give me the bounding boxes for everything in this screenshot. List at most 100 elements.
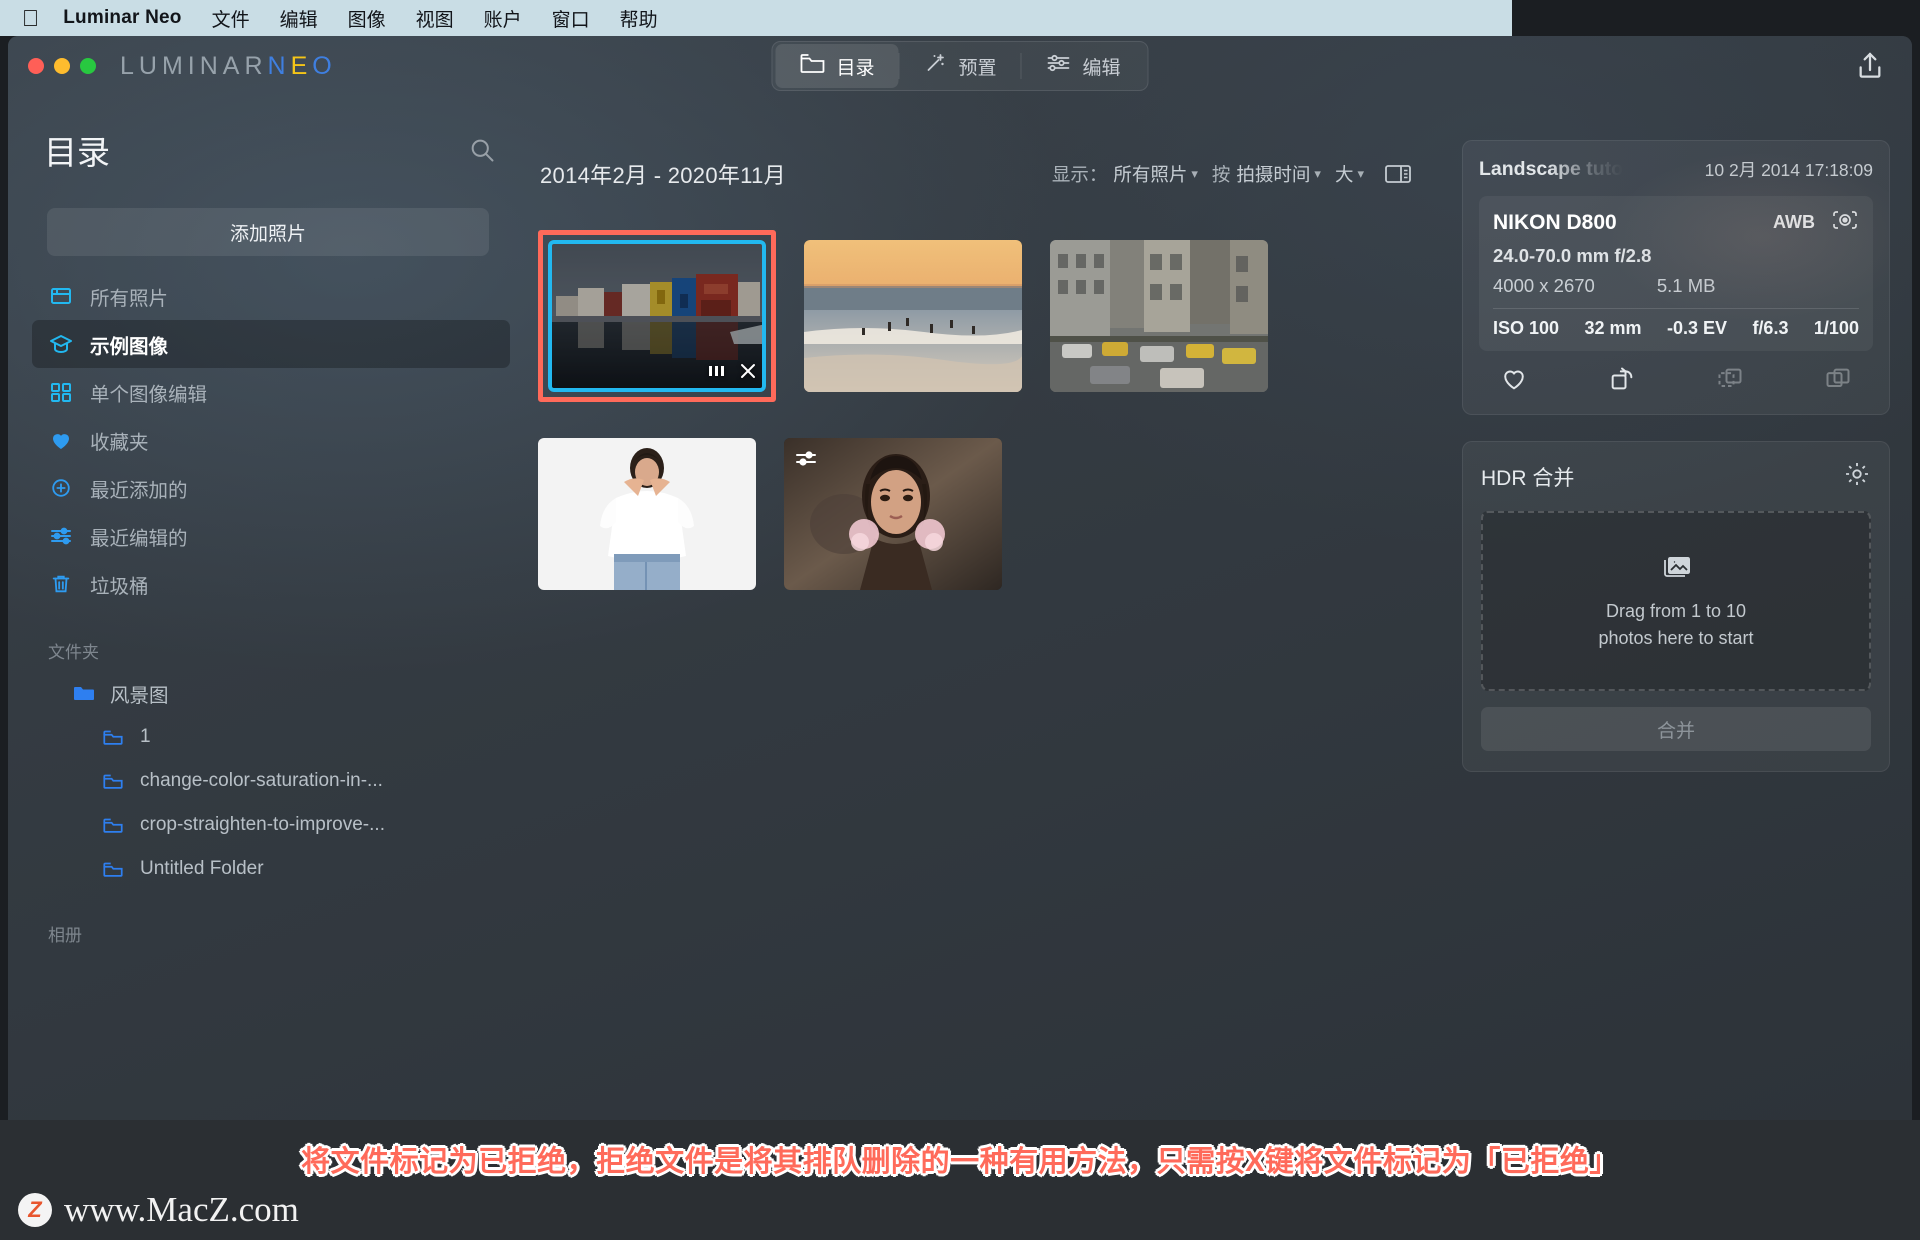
- close-button[interactable]: [28, 58, 44, 74]
- gear-icon[interactable]: [1843, 460, 1871, 493]
- hdr-dropzone-line1: Drag from 1 to 10: [1598, 598, 1753, 624]
- sidebar-item-recently-added-label: 最近添加的: [90, 474, 188, 503]
- sparkle-icon: [923, 51, 947, 81]
- folder-item-1-label: 1: [140, 726, 151, 748]
- sidebar-item-favorites[interactable]: 收藏夹: [32, 416, 510, 464]
- menubar-app-name[interactable]: Luminar Neo: [63, 7, 181, 29]
- filter-sort[interactable]: 按 拍摄时间 ▾: [1212, 161, 1321, 187]
- photo-file-size: 5.1 MB: [1657, 275, 1716, 297]
- white-balance-value: AWB: [1773, 212, 1815, 233]
- albums-section-label: 相册: [48, 921, 510, 946]
- sidebar-item-single-image-edit[interactable]: 单个图像编辑: [32, 368, 510, 416]
- copy-icon[interactable]: [1823, 365, 1853, 398]
- menubar-item-window[interactable]: 窗口: [552, 5, 590, 32]
- photos-stack-icon: [1659, 551, 1693, 586]
- exif-camera-row: NIKON D800 AWB: [1493, 208, 1859, 237]
- sidebar-header: 目录: [26, 96, 510, 174]
- sidebar-item-favorites-label: 收藏夹: [90, 426, 149, 455]
- search-icon[interactable]: [468, 136, 496, 164]
- zoom-button[interactable]: [80, 58, 96, 74]
- sidebar-item-all-photos[interactable]: 所有照片: [32, 272, 510, 320]
- hdr-dropzone[interactable]: Drag from 1 to 10 photos here to start: [1481, 511, 1871, 691]
- heart-icon[interactable]: [1499, 365, 1529, 398]
- folder-item-crop-straighten[interactable]: crop-straighten-to-improve-...: [26, 803, 510, 847]
- sidebar-title: 目录: [44, 126, 110, 174]
- logo-n: N: [268, 52, 291, 80]
- app-window: LUMINARNEO 目录: [8, 36, 1912, 1240]
- folder-item-untitled-folder[interactable]: Untitled Folder: [26, 847, 510, 891]
- hdr-merge-button[interactable]: 合并: [1481, 707, 1871, 751]
- folder-filled-icon: [72, 682, 96, 704]
- hdr-dropzone-line2: photos here to start: [1598, 625, 1753, 651]
- folder-item-crop-straighten-label: crop-straighten-to-improve-...: [140, 814, 385, 836]
- bars-icon[interactable]: [708, 362, 726, 385]
- graduation-cap-icon: [48, 331, 74, 357]
- trash-icon: [48, 571, 74, 597]
- exif-values-row: ISO 100 32 mm -0.3 EV f/6.3 1/100: [1493, 318, 1859, 339]
- photo-date: 10 2月 2014 17:18:09: [1705, 157, 1873, 182]
- folder-item-change-color-saturation-label: change-color-saturation-in-...: [140, 770, 383, 792]
- window-controls[interactable]: [28, 58, 96, 74]
- photo-dimensions: 4000 x 2670: [1493, 275, 1595, 297]
- sidebar-item-recently-edited[interactable]: 最近编辑的: [32, 512, 510, 560]
- thumbnail-wrapper-selected: [538, 230, 776, 402]
- add-photos-button[interactable]: 添加照片: [47, 208, 489, 256]
- copy-dashed-icon[interactable]: [1715, 365, 1745, 398]
- minimize-button[interactable]: [54, 58, 70, 74]
- menubar-item-view[interactable]: 视图: [416, 5, 454, 32]
- app-title-bar: LUMINARNEO 目录: [8, 36, 1912, 96]
- sliders-icon: [48, 523, 74, 549]
- folder-item-change-color-saturation[interactable]: change-color-saturation-in-...: [26, 759, 510, 803]
- sliders-icon[interactable]: [794, 448, 820, 475]
- thumbnail-woman-portrait-pink[interactable]: [784, 438, 1002, 590]
- thumbnail-woman-white-shirt[interactable]: [538, 438, 756, 590]
- sidebar-item-all-photos-label: 所有照片: [90, 282, 168, 311]
- date-range-label: 2014年2月 - 2020年11月: [540, 158, 786, 190]
- photo-info-card: Landscape tuto 10 2月 2014 17:18:09 NIKON…: [1462, 140, 1890, 415]
- menubar-item-help[interactable]: 帮助: [620, 5, 658, 32]
- sidebar-item-trash[interactable]: 垃圾桶: [32, 560, 510, 608]
- menubar-item-image[interactable]: 图像: [348, 5, 386, 32]
- tab-edit-label: 编辑: [1083, 53, 1121, 80]
- folder-item-landscape[interactable]: 风景图: [26, 671, 510, 715]
- menubar-item-account[interactable]: 账户: [484, 5, 522, 32]
- grid-icon: [48, 379, 74, 405]
- tab-presets[interactable]: 预置: [899, 44, 1020, 88]
- exif-divider: [1493, 308, 1859, 309]
- rotate-icon[interactable]: [1607, 365, 1637, 398]
- folder-item-1[interactable]: 1: [26, 715, 510, 759]
- watermark-text: www.MacZ.com: [64, 1190, 299, 1230]
- split-view-icon[interactable]: [1384, 162, 1412, 186]
- logo-o: O: [312, 52, 336, 80]
- exif-iso: ISO 100: [1493, 318, 1559, 339]
- menubar-item-file[interactable]: 文件: [212, 5, 250, 32]
- x-icon[interactable]: [738, 361, 758, 386]
- sidebar-item-sample-images[interactable]: 示例图像: [32, 320, 510, 368]
- sidebar-item-recently-added[interactable]: 最近添加的: [32, 464, 510, 512]
- apple-icon[interactable]: : [22, 7, 39, 30]
- filter-show[interactable]: 显示： 所有照片 ▾: [1052, 161, 1198, 187]
- content-toolbar: 2014年2月 - 2020年11月 显示： 所有照片 ▾ 按 拍摄时间 ▾ 大: [528, 96, 1448, 190]
- thumbnail-colorful-houses-waterfront[interactable]: [548, 240, 766, 392]
- filter-show-label: 显示：: [1052, 161, 1108, 187]
- photo-title: Landscape tuto: [1479, 158, 1623, 181]
- right-panel: Landscape tuto 10 2月 2014 17:18:09 NIKON…: [1448, 96, 1912, 1240]
- tab-catalog[interactable]: 目录: [775, 44, 898, 88]
- filter-controls: 显示： 所有照片 ▾ 按 拍摄时间 ▾ 大 ▾: [1052, 161, 1412, 187]
- menubar-item-edit[interactable]: 编辑: [280, 5, 318, 32]
- folder-list: 风景图 1 change-color: [26, 671, 510, 891]
- thumbnail-city-street-taxis[interactable]: [1050, 240, 1268, 392]
- thumbnail-badges: [708, 361, 758, 386]
- heart-icon: [48, 427, 74, 453]
- filter-size[interactable]: 大 ▾: [1335, 161, 1364, 187]
- hdr-title: HDR 合并: [1481, 462, 1574, 492]
- tab-edit[interactable]: 编辑: [1022, 44, 1145, 88]
- hdr-merge-label: 合并: [1657, 716, 1695, 743]
- share-icon[interactable]: [1854, 50, 1886, 82]
- sidebar-item-single-image-edit-label: 单个图像编辑: [90, 378, 207, 407]
- folder-outline-icon: [102, 814, 126, 836]
- watermark-badge-icon: Z: [18, 1193, 52, 1227]
- thumbnail-beach-sunset-surf[interactable]: [804, 240, 1022, 392]
- folder-item-landscape-label: 风景图: [110, 679, 169, 708]
- folders-section-label: 文件夹: [48, 638, 510, 663]
